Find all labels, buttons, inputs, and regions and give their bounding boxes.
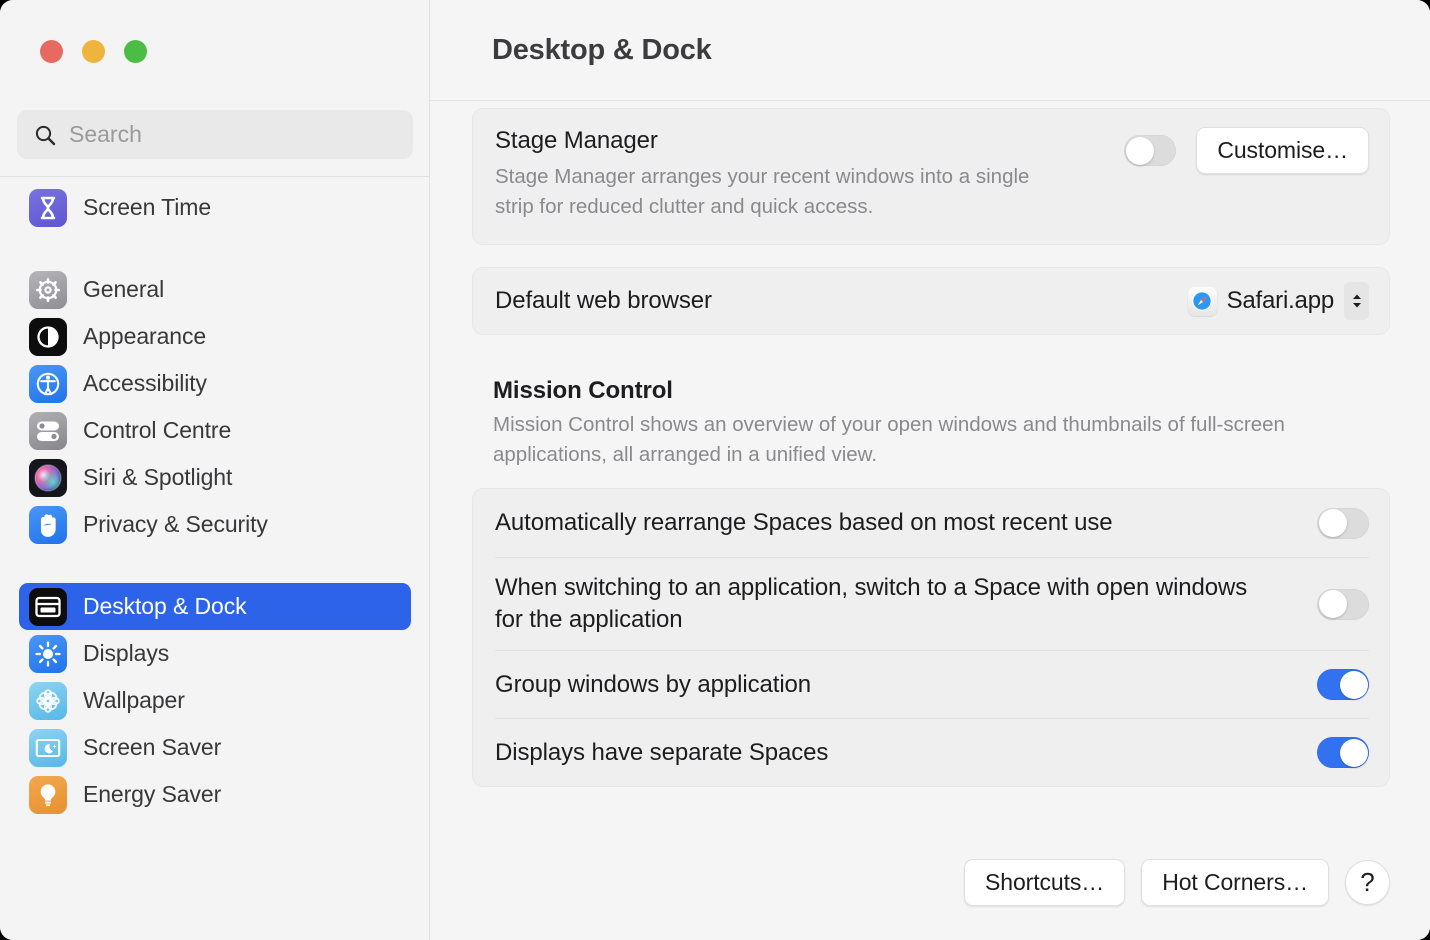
stage-manager-toggle[interactable] <box>1124 135 1177 166</box>
sidebar-item-general[interactable]: General <box>19 266 411 313</box>
customise-button[interactable]: Customise… <box>1196 127 1369 174</box>
sidebar-item-label: Siri & Spotlight <box>83 464 233 490</box>
general-icon <box>29 270 67 309</box>
sidebar-divider <box>0 176 430 177</box>
sidebar-item-label: Wallpaper <box>83 687 185 713</box>
mission-control-card: Automatically rearrange Spaces based on … <box>472 488 1390 787</box>
privacy-security-icon <box>29 505 67 544</box>
setting-row-switch-to-space: When switching to an application, switch… <box>495 557 1369 650</box>
sidebar-list: Screen Time General Appearance Accessibi… <box>0 184 430 818</box>
desktop-dock-icon <box>29 587 67 626</box>
switch-to-space-toggle[interactable] <box>1317 588 1369 620</box>
system-settings-window: Screen Time <box>0 0 1430 940</box>
help-button[interactable]: ? <box>1345 860 1390 905</box>
sidebar-item-label: Appearance <box>83 323 207 349</box>
sidebar-item-wallpaper[interactable]: Wallpaper <box>19 677 411 724</box>
sidebar-item-label: Screen Saver <box>83 734 222 760</box>
close-button[interactable] <box>40 40 63 63</box>
toggle-knob <box>1339 738 1368 767</box>
mission-control-description: Mission Control shows an overview of you… <box>493 413 1285 466</box>
setting-label: Group windows by application <box>495 670 812 698</box>
zoom-button[interactable] <box>124 40 147 63</box>
sidebar-item-label: General <box>83 276 165 302</box>
sidebar-item-label: Energy Saver <box>83 781 222 807</box>
toggle-knob <box>1318 590 1347 618</box>
toggle-knob <box>1318 509 1347 537</box>
sidebar: Screen Time <box>0 0 430 940</box>
default-web-browser-card: Default web browser Safari.app <box>472 267 1390 335</box>
appearance-icon <box>29 317 67 356</box>
safari-icon <box>1187 286 1217 316</box>
screen-saver-icon <box>29 728 67 767</box>
mission-control-header: Mission Control Mission Control shows an… <box>472 377 1390 470</box>
stage-manager-card: Stage Manager Stage Manager arranges you… <box>472 108 1390 245</box>
sidebar-item-accessibility[interactable]: Accessibility <box>19 360 411 407</box>
sidebar-item-appearance[interactable]: Appearance <box>19 313 411 360</box>
search-field[interactable] <box>17 110 413 159</box>
sidebar-item-siri-spotlight[interactable]: Siri & Spotlight <box>19 454 411 501</box>
sidebar-item-screen-saver[interactable]: Screen Saver <box>19 724 411 771</box>
sidebar-item-displays[interactable]: Displays <box>19 630 411 677</box>
group-windows-toggle[interactable] <box>1317 669 1369 700</box>
shortcuts-button[interactable]: Shortcuts… <box>964 859 1126 906</box>
stage-manager-controls: Customise… <box>1124 127 1369 174</box>
content-pane: Desktop & Dock Stage Manager Stage Manag… <box>430 0 1430 940</box>
sidebar-item-privacy-security[interactable]: Privacy & Security <box>19 501 411 548</box>
toggle-knob <box>1339 670 1368 699</box>
footer-buttons: Shortcuts… Hot Corners… ? <box>964 859 1390 906</box>
stage-manager-description: Stage Manager arranges your recent windo… <box>495 165 1030 218</box>
traffic-light-buttons <box>40 40 147 63</box>
setting-row-rearrange-spaces: Automatically rearrange Spaces based on … <box>495 489 1369 557</box>
rearrange-spaces-toggle[interactable] <box>1317 507 1369 539</box>
minimise-button[interactable] <box>82 40 105 63</box>
accessibility-icon <box>29 364 67 403</box>
settings-scroll-area[interactable]: Stage Manager Stage Manager arranges you… <box>430 102 1430 940</box>
sidebar-item-label: Control Centre <box>83 417 232 443</box>
wallpaper-icon <box>29 681 67 720</box>
content-header: Desktop & Dock <box>430 0 1430 101</box>
setting-label: When switching to an application, switch… <box>495 574 1248 633</box>
default-web-browser-popup[interactable]: Safari.app <box>1187 282 1369 320</box>
page-title: Desktop & Dock <box>492 33 712 66</box>
setting-label: Displays have separate Spaces <box>495 738 829 766</box>
search-input[interactable] <box>67 120 397 149</box>
sidebar-item-control-centre[interactable]: Control Centre <box>19 407 411 454</box>
setting-label: Automatically rearrange Spaces based on … <box>495 509 1113 536</box>
sidebar-item-label: Desktop & Dock <box>83 593 247 619</box>
sidebar-item-label: Displays <box>83 640 170 666</box>
displays-icon <box>29 634 67 673</box>
sidebar-item-label: Screen Time <box>83 194 212 220</box>
separate-spaces-toggle[interactable] <box>1317 737 1369 768</box>
setting-row-group-windows: Group windows by application <box>495 650 1369 718</box>
mission-control-title: Mission Control <box>493 377 673 404</box>
setting-row-separate-spaces: Displays have separate Spaces <box>495 718 1369 786</box>
sidebar-item-desktop-dock[interactable]: Desktop & Dock <box>19 583 411 630</box>
default-web-browser-label: Default web browser <box>495 287 712 314</box>
sidebar-item-screen-time[interactable]: Screen Time <box>19 184 411 231</box>
sidebar-item-label: Privacy & Security <box>83 511 268 537</box>
chevron-updown-icon[interactable] <box>1344 282 1369 320</box>
energy-saver-icon <box>29 775 67 814</box>
default-web-browser-value: Safari.app <box>1226 287 1335 314</box>
screen-time-icon <box>29 188 67 227</box>
siri-spotlight-icon <box>29 458 67 497</box>
sidebar-item-energy-saver[interactable]: Energy Saver <box>19 771 411 818</box>
control-centre-icon <box>29 411 67 450</box>
sidebar-item-label: Accessibility <box>83 370 207 396</box>
search-icon <box>33 123 57 147</box>
hot-corners-button[interactable]: Hot Corners… <box>1141 859 1329 906</box>
toggle-knob <box>1125 136 1154 165</box>
